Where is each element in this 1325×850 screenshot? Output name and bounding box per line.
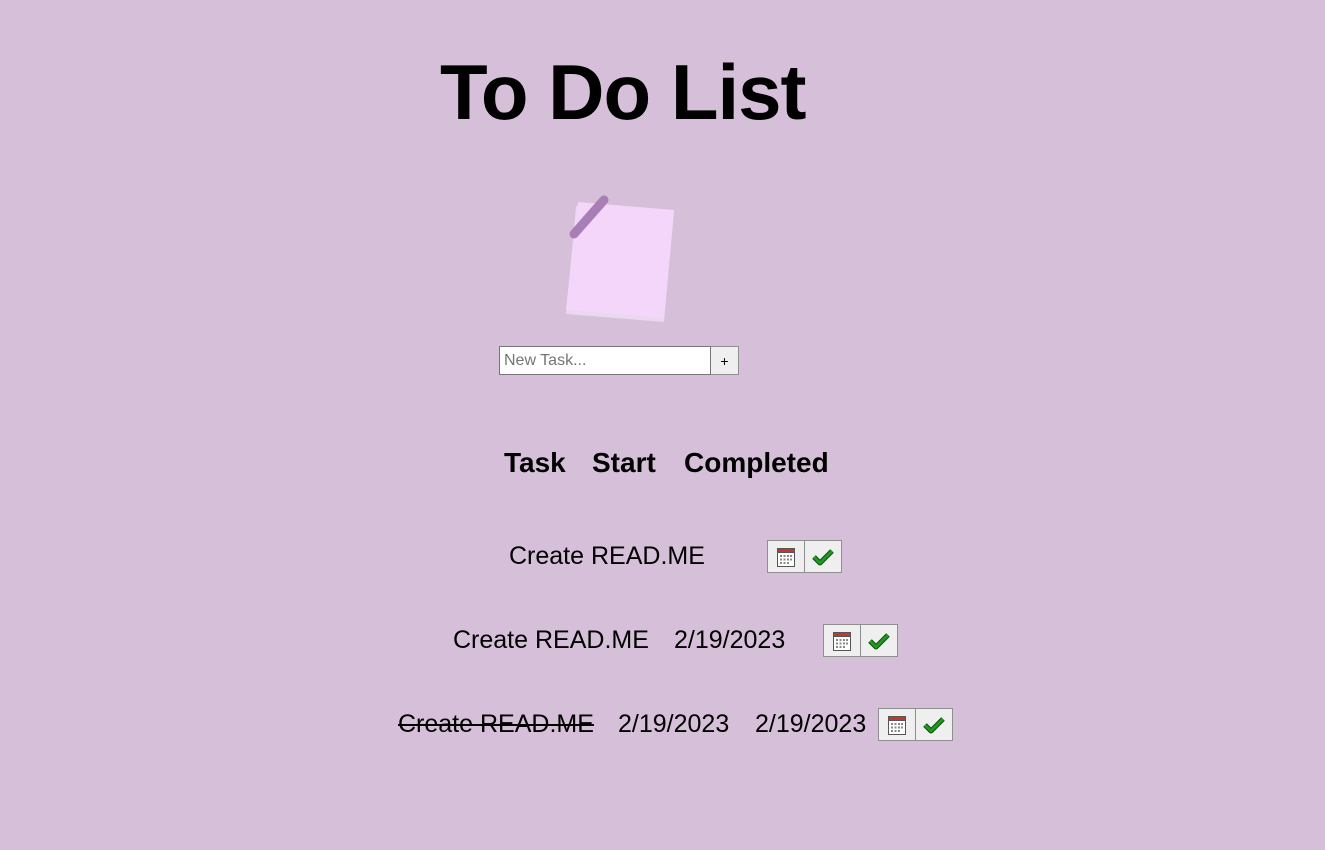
task-row: Create READ.ME 2/19/2023	[0, 624, 1325, 658]
new-task-form: +	[499, 346, 739, 375]
start-task-button[interactable]	[878, 708, 916, 741]
task-start-date: 2/19/2023	[618, 710, 730, 738]
task-row: Create READ.ME	[0, 540, 1325, 574]
add-task-button[interactable]: +	[711, 346, 739, 375]
checkmark-icon	[812, 548, 834, 565]
calendar-icon	[833, 631, 851, 651]
new-task-input[interactable]	[499, 346, 711, 375]
task-completed-date: 2/19/2023	[755, 710, 867, 738]
header-start: Start	[592, 447, 656, 478]
complete-task-button[interactable]	[915, 708, 953, 741]
header-completed: Completed	[684, 447, 829, 478]
complete-task-button[interactable]	[860, 624, 898, 657]
checkmark-icon	[868, 632, 890, 649]
task-start-date: 2/19/2023	[674, 626, 786, 654]
page-title: To Do List	[440, 48, 807, 136]
complete-task-button[interactable]	[804, 540, 842, 573]
calendar-icon	[777, 547, 795, 567]
checkmark-icon	[923, 716, 945, 733]
task-name: Create READ.ME	[509, 542, 705, 570]
task-name: Create READ.ME	[453, 626, 649, 654]
start-task-button[interactable]	[823, 624, 861, 657]
task-name-completed: Create READ.ME	[398, 710, 594, 738]
header-task: Task	[504, 447, 566, 478]
task-table-header: Task Start Completed	[0, 447, 1325, 481]
start-task-button[interactable]	[767, 540, 805, 573]
sticky-note-icon	[566, 195, 674, 322]
task-row: Create READ.ME 2/19/2023 2/19/2023	[0, 708, 1325, 742]
calendar-icon	[888, 715, 906, 735]
